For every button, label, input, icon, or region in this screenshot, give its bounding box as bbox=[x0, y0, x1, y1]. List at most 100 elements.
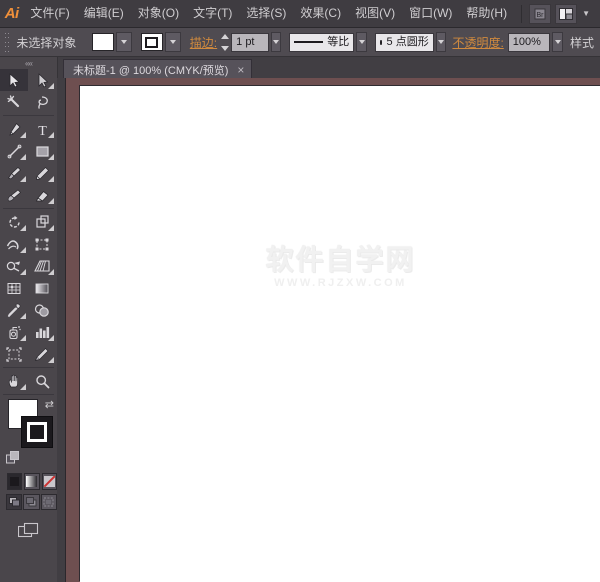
rotate-tool[interactable] bbox=[0, 211, 28, 233]
eyedropper-tool[interactable] bbox=[0, 299, 28, 321]
document-frame: 软件自学网 WWW.RJZXW.COM bbox=[65, 78, 600, 582]
blend-tool[interactable] bbox=[28, 299, 56, 321]
stroke-weight-dropdown-button[interactable] bbox=[270, 32, 282, 52]
flyout-indicator-icon bbox=[20, 154, 26, 160]
control-bar-gripper[interactable] bbox=[2, 32, 12, 52]
gradient-mode-button[interactable] bbox=[24, 473, 40, 490]
selection-tool[interactable] bbox=[0, 69, 28, 91]
hand-tool[interactable] bbox=[0, 370, 28, 392]
slice-tool[interactable] bbox=[28, 343, 56, 365]
color-mode-button[interactable] bbox=[7, 473, 23, 490]
swap-fill-stroke-icon[interactable]: ⇄ bbox=[45, 400, 54, 411]
pencil-tool[interactable] bbox=[28, 162, 56, 184]
stroke-dropdown-button[interactable] bbox=[164, 32, 181, 52]
stroke-weight-label[interactable]: 描边: bbox=[190, 34, 217, 51]
tools-panel-collapse-button[interactable]: «« bbox=[0, 57, 57, 69]
width-tool[interactable] bbox=[0, 233, 28, 255]
none-mode-button[interactable] bbox=[41, 473, 57, 490]
selection-status-label: 未选择对象 bbox=[16, 35, 77, 50]
magic-wand-tool[interactable] bbox=[0, 91, 28, 113]
stepper-down-icon[interactable] bbox=[221, 45, 230, 51]
close-icon[interactable]: × bbox=[237, 64, 244, 76]
flyout-indicator-icon bbox=[20, 132, 26, 138]
canvas-area[interactable]: 软件自学网 WWW.RJZXW.COM bbox=[57, 78, 600, 582]
stroke-color-control[interactable] bbox=[140, 32, 181, 52]
opacity-input[interactable]: 100% bbox=[507, 32, 551, 52]
chevron-down-icon bbox=[272, 40, 279, 44]
direct-selection-tool[interactable] bbox=[28, 69, 56, 91]
brush-definition-dropdown-button[interactable] bbox=[435, 32, 447, 52]
line-segment-tool[interactable] bbox=[0, 140, 28, 162]
stroke-swatch-inner bbox=[145, 36, 159, 48]
scale-tool[interactable] bbox=[28, 211, 56, 233]
pen-tool[interactable] bbox=[0, 118, 28, 140]
flyout-indicator-icon bbox=[48, 335, 54, 341]
flyout-indicator-icon bbox=[48, 357, 54, 363]
stroke-weight-input[interactable]: 1 pt bbox=[231, 32, 269, 52]
tool-group-selection bbox=[0, 69, 57, 113]
app-logo-icon: Ai bbox=[4, 5, 20, 22]
zoom-tool[interactable] bbox=[28, 370, 56, 392]
lasso-tool[interactable] bbox=[28, 91, 56, 113]
opacity-label[interactable]: 不透明度: bbox=[452, 34, 503, 51]
rectangle-tool[interactable] bbox=[28, 140, 56, 162]
perspective-grid-tool[interactable] bbox=[28, 255, 56, 277]
draw-behind-button[interactable] bbox=[23, 494, 40, 510]
menu-select[interactable]: 选择(S) bbox=[239, 0, 293, 27]
artboard-tool[interactable] bbox=[0, 343, 28, 365]
styles-label[interactable]: 样式 bbox=[570, 34, 594, 51]
arrange-documents-icon[interactable] bbox=[555, 3, 578, 24]
free-transform-tool[interactable] bbox=[28, 233, 56, 255]
stroke-swatch[interactable] bbox=[140, 33, 163, 51]
tool-group-transform bbox=[0, 211, 57, 365]
mesh-tool[interactable] bbox=[0, 277, 28, 299]
menu-file[interactable]: 文件(F) bbox=[23, 0, 76, 27]
eraser-tool[interactable] bbox=[28, 184, 56, 206]
blob-brush-tool[interactable] bbox=[0, 184, 28, 206]
fill-color-control[interactable] bbox=[91, 32, 132, 52]
svg-text:Br: Br bbox=[537, 12, 545, 19]
bridge-icon[interactable]: Br bbox=[529, 3, 552, 24]
menu-type[interactable]: 文字(T) bbox=[186, 0, 239, 27]
column-graph-tool[interactable] bbox=[28, 321, 56, 343]
screen-mode-button[interactable] bbox=[0, 510, 57, 540]
none-swatch-icon bbox=[43, 476, 55, 487]
draw-normal-button[interactable] bbox=[6, 494, 23, 510]
fill-swatch[interactable] bbox=[91, 33, 114, 51]
flyout-indicator-icon bbox=[48, 269, 54, 275]
shape-builder-tool[interactable] bbox=[0, 255, 28, 277]
divider bbox=[3, 367, 54, 368]
gradient-tool[interactable] bbox=[28, 277, 56, 299]
menu-window[interactable]: 窗口(W) bbox=[402, 0, 459, 27]
chevron-down-icon bbox=[438, 40, 445, 44]
menu-help[interactable]: 帮助(H) bbox=[459, 0, 514, 27]
stroke-weight-stepper[interactable] bbox=[221, 33, 230, 51]
toolbar-stroke-swatch[interactable] bbox=[21, 416, 53, 448]
brush-definition-select[interactable]: 5 点圆形 bbox=[375, 32, 434, 52]
tools-panel: «« T ⇄ bbox=[0, 57, 58, 582]
flyout-indicator-icon bbox=[20, 225, 26, 231]
default-fill-stroke-icon[interactable] bbox=[6, 451, 19, 464]
default-colors-row bbox=[0, 451, 57, 469]
flyout-indicator-icon bbox=[20, 269, 26, 275]
width-profile-dropdown-button[interactable] bbox=[356, 32, 368, 52]
menu-object[interactable]: 对象(O) bbox=[131, 0, 186, 27]
type-tool[interactable]: T bbox=[28, 118, 56, 140]
artboard[interactable]: 软件自学网 WWW.RJZXW.COM bbox=[80, 86, 600, 582]
opacity-dropdown-button[interactable] bbox=[552, 32, 563, 52]
menu-effect[interactable]: 效果(C) bbox=[293, 0, 348, 27]
document-tab[interactable]: 未标题-1 @ 100% (CMYK/预览) × bbox=[63, 59, 253, 79]
symbol-sprayer-tool[interactable] bbox=[0, 321, 28, 343]
stepper-up-icon[interactable] bbox=[221, 33, 230, 39]
paintbrush-tool[interactable] bbox=[0, 162, 28, 184]
width-profile-select[interactable]: 等比 bbox=[289, 32, 355, 52]
chevron-down-icon[interactable]: ▼ bbox=[582, 9, 590, 18]
menu-edit[interactable]: 编辑(E) bbox=[77, 0, 131, 27]
menu-view[interactable]: 视图(V) bbox=[348, 0, 402, 27]
flyout-indicator-icon bbox=[48, 83, 54, 89]
flyout-indicator-icon bbox=[20, 335, 26, 341]
fill-dropdown-button[interactable] bbox=[115, 32, 132, 52]
svg-text:T: T bbox=[38, 124, 47, 137]
chevron-down-icon bbox=[169, 40, 176, 44]
draw-inside-button[interactable] bbox=[40, 494, 57, 510]
